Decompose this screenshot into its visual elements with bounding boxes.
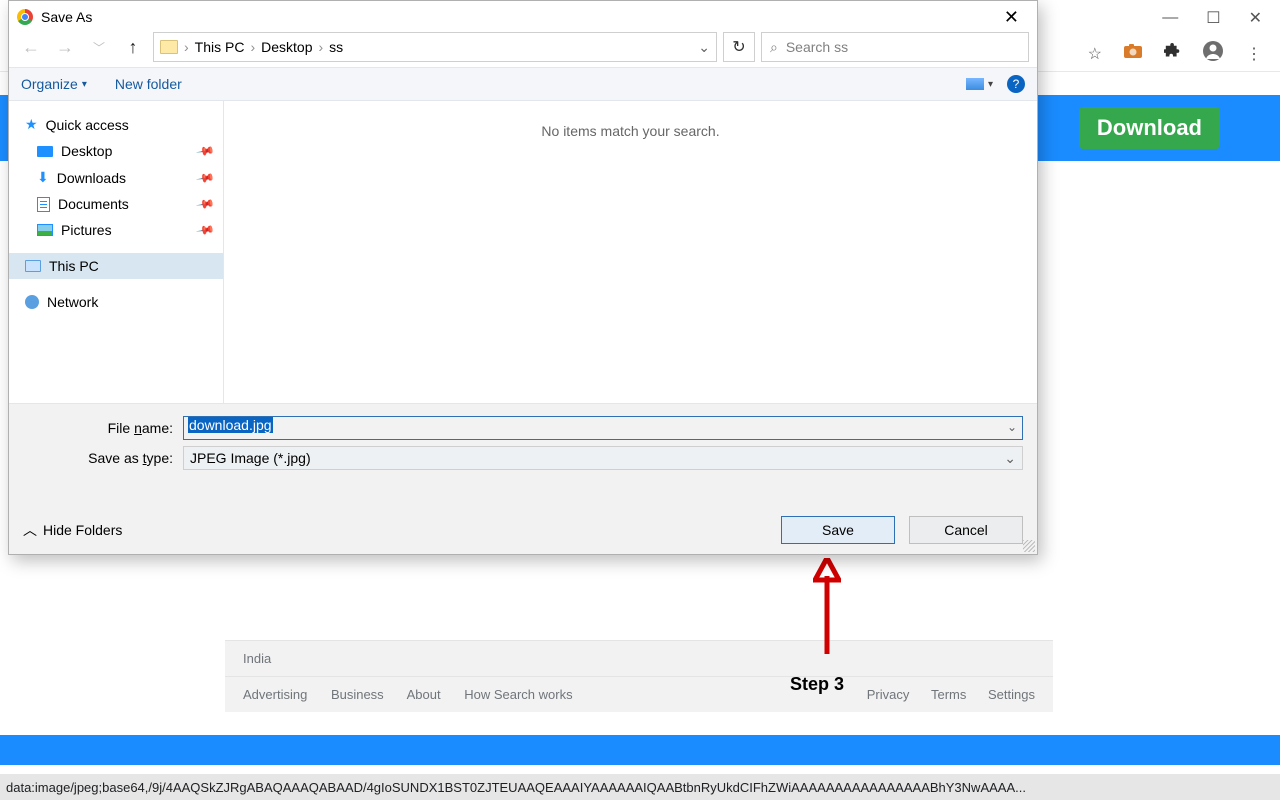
chevron-down-icon: ⌄ <box>1004 450 1016 467</box>
tree-documents[interactable]: Documents📌 <box>9 191 223 217</box>
footer-link[interactable]: Privacy <box>867 687 910 702</box>
pin-icon: 📌 <box>195 194 215 214</box>
chevron-up-icon: ︿ <box>23 520 37 540</box>
folder-icon <box>160 40 178 54</box>
dialog-titlebar[interactable]: Save As ✕ <box>9 1 1037 33</box>
hide-folders-toggle[interactable]: ︿Hide Folders <box>23 520 122 540</box>
filename-value: download.jpg <box>188 417 273 433</box>
picture-view-icon <box>966 78 984 90</box>
download-button[interactable]: Download <box>1079 107 1220 149</box>
tree-desktop[interactable]: Desktop📌 <box>9 138 223 164</box>
extensions-icon[interactable] <box>1164 43 1180 64</box>
help-icon[interactable]: ? <box>1007 75 1025 93</box>
chevron-down-icon[interactable]: ⌄ <box>1007 420 1017 434</box>
back-icon[interactable]: ← <box>17 37 45 58</box>
search-placeholder: Search ss <box>786 39 848 55</box>
footer-link[interactable]: Advertising <box>243 687 307 702</box>
network-icon <box>25 295 39 309</box>
dialog-command-bar: Organize ▾ New folder ▾ ? <box>9 67 1037 101</box>
new-folder-button[interactable]: New folder <box>115 76 182 92</box>
breadcrumb-segment[interactable]: This PC <box>195 39 245 55</box>
pin-icon: 📌 <box>195 167 215 187</box>
chevron-right-icon: › <box>250 39 255 55</box>
pc-icon <box>25 260 41 272</box>
empty-message: No items match your search. <box>541 123 719 139</box>
maximize-icon[interactable]: ☐ <box>1206 8 1220 28</box>
page-bottom-band <box>0 735 1280 765</box>
save-button[interactable]: Save <box>781 516 895 544</box>
forward-icon: → <box>51 37 79 58</box>
tree-network[interactable]: Network <box>9 289 223 315</box>
navigation-tree[interactable]: ★Quick access Desktop📌 ⬇Downloads📌 Docum… <box>9 101 224 403</box>
breadcrumb[interactable]: › This PC › Desktop › ss ⌄ <box>153 32 717 62</box>
dialog-title: Save As <box>41 9 996 25</box>
filetype-select[interactable]: JPEG Image (*.jpg) ⌄ <box>183 446 1023 470</box>
dialog-form: File name: download.jpg ⌄ Save as type: … <box>9 403 1037 486</box>
download-icon: ⬇ <box>37 169 49 186</box>
chevron-down-icon: ▾ <box>988 79 993 90</box>
filename-input[interactable]: download.jpg ⌄ <box>183 416 1023 440</box>
browser-status-bar: data:image/jpeg;base64,/9j/4AAQSkZJRgABA… <box>0 774 1280 800</box>
footer-link[interactable]: How Search works <box>464 687 572 702</box>
footer-country: India <box>243 651 271 666</box>
resize-grip-icon[interactable] <box>1023 540 1035 552</box>
recent-dropdown-icon[interactable]: ﹀ <box>85 39 113 56</box>
close-icon[interactable]: ✕ <box>996 5 1027 30</box>
footer-link[interactable]: About <box>407 687 441 702</box>
filetype-label: Save as type: <box>23 450 183 466</box>
star-icon: ★ <box>25 116 38 133</box>
chevron-down-icon[interactable]: ⌄ <box>698 39 710 56</box>
refresh-button[interactable]: ↻ <box>723 32 755 62</box>
tree-quick-access[interactable]: ★Quick access <box>9 111 223 138</box>
close-window-icon[interactable]: ✕ <box>1249 8 1262 28</box>
pin-icon: 📌 <box>195 220 215 240</box>
account-icon[interactable] <box>1202 40 1224 67</box>
footer-link[interactable]: Terms <box>931 687 966 702</box>
desktop-icon <box>37 146 53 157</box>
breadcrumb-segment[interactable]: ss <box>329 39 343 55</box>
chevron-right-icon: › <box>319 39 324 55</box>
footer-link[interactable]: Business <box>331 687 384 702</box>
filetype-value: JPEG Image (*.jpg) <box>190 450 311 466</box>
menu-icon[interactable]: ⋮ <box>1246 44 1262 64</box>
organize-menu[interactable]: Organize ▾ <box>21 76 87 92</box>
view-mode-button[interactable]: ▾ <box>966 78 993 90</box>
up-icon[interactable]: ↑ <box>119 37 147 58</box>
google-footer: India Advertising Business About How Sea… <box>225 640 1053 712</box>
footer-link[interactable]: Settings <box>988 687 1035 702</box>
pictures-icon <box>37 224 53 236</box>
chevron-down-icon: ▾ <box>82 79 87 90</box>
tree-this-pc[interactable]: This PC <box>9 253 223 279</box>
tree-pictures[interactable]: Pictures📌 <box>9 217 223 243</box>
search-icon: ⌕ <box>770 39 778 56</box>
minimize-icon[interactable]: — <box>1162 9 1178 27</box>
filename-label: File name: <box>23 420 183 436</box>
breadcrumb-segment[interactable]: Desktop <box>261 39 312 55</box>
chevron-right-icon: › <box>184 39 189 55</box>
star-icon[interactable]: ☆ <box>1088 44 1102 64</box>
camera-icon[interactable] <box>1124 44 1142 63</box>
dialog-nav-row: ← → ﹀ ↑ › This PC › Desktop › ss ⌄ ↻ ⌕ S… <box>9 33 1037 67</box>
save-as-dialog: Save As ✕ ← → ﹀ ↑ › This PC › Desktop › … <box>8 0 1038 555</box>
dialog-actions: ︿Hide Folders Save Cancel <box>9 486 1037 554</box>
document-icon <box>37 197 50 212</box>
search-input[interactable]: ⌕ Search ss <box>761 32 1029 62</box>
file-list-pane[interactable]: No items match your search. <box>224 101 1037 403</box>
pin-icon: 📌 <box>195 141 215 161</box>
annotation-step-label: Step 3 <box>790 674 844 695</box>
tree-downloads[interactable]: ⬇Downloads📌 <box>9 164 223 191</box>
chrome-icon <box>17 9 33 25</box>
cancel-button[interactable]: Cancel <box>909 516 1023 544</box>
